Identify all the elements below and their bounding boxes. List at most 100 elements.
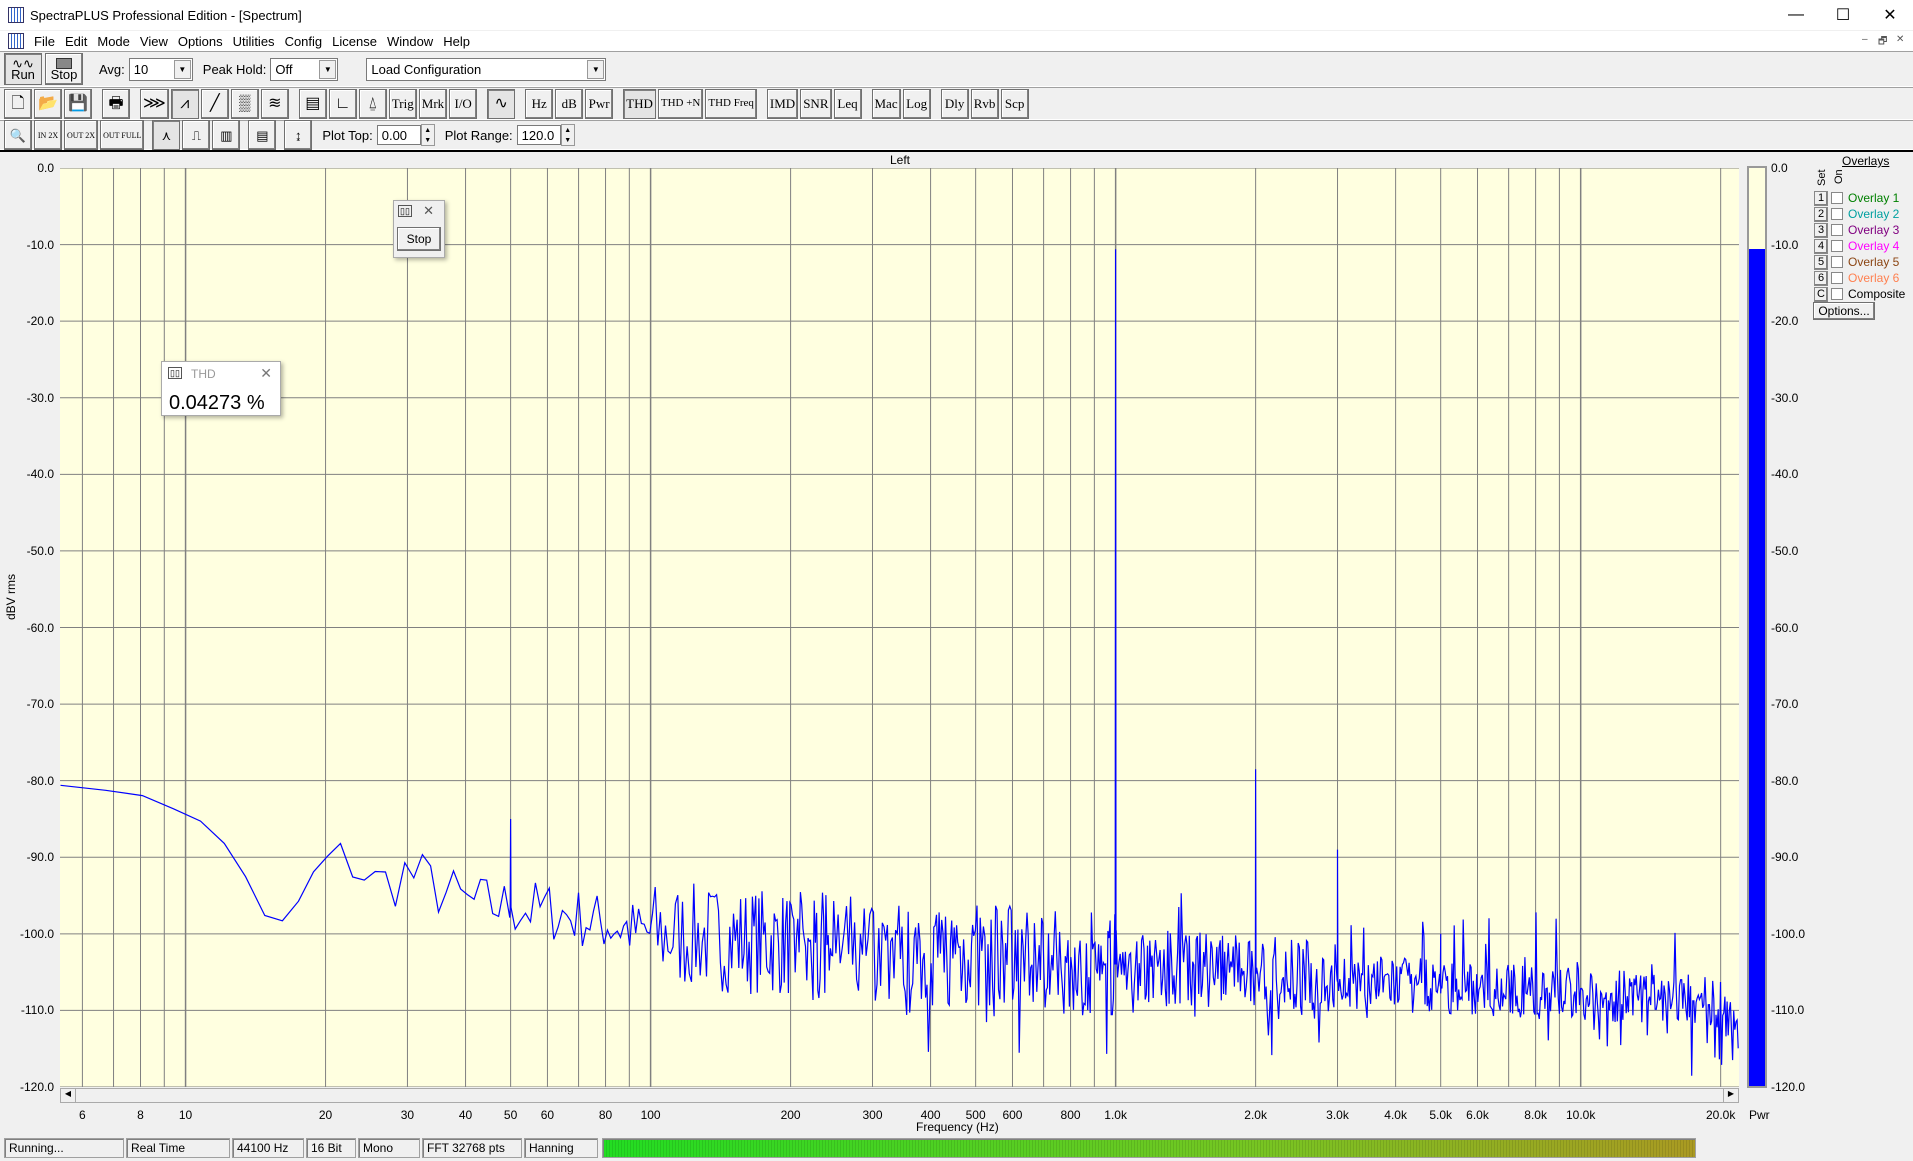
menu-view[interactable]: View [140,34,168,49]
overlay-checkbox[interactable] [1831,240,1843,252]
axis-button[interactable]: ∟ [328,88,357,119]
overlay-checkbox[interactable] [1831,272,1843,284]
panel-button[interactable]: ▤ [248,120,277,150]
menu-mode[interactable]: Mode [97,34,130,49]
overlay-set-button[interactable]: 6 [1814,270,1828,286]
io-button[interactable]: I/O [449,88,478,119]
mrk-button[interactable]: Mrk [418,88,448,119]
meter-tick-label: -110.0 [1771,1003,1805,1018]
menu-help[interactable]: Help [443,34,470,49]
new-icon: 🗋 [11,95,25,112]
power-meter [1747,166,1767,1088]
close-button[interactable]: ✕ [1867,0,1913,30]
open-button[interactable]: 📂 [34,88,62,119]
leq-button[interactable]: Leq [833,88,862,119]
chevron-down-icon: ▼ [587,59,605,79]
overlay-checkbox[interactable] [1831,192,1843,204]
scroll-left-icon[interactable]: ◀ [61,1089,76,1102]
run-button[interactable]: ∿∿ Run [4,53,42,85]
stop-button-floating[interactable]: Stop [397,227,441,251]
time-series-button[interactable]: ⋙ [140,88,169,119]
minimize-button[interactable]: — [1773,0,1819,30]
scp-button[interactable]: Scp [1000,88,1029,119]
overlay-set-button[interactable]: 1 [1814,190,1828,206]
rvb-button[interactable]: Rvb [970,88,999,119]
pin-icon[interactable]: ▯▯ [168,367,182,379]
document-icon[interactable] [8,33,24,49]
mac-button[interactable]: Mac [871,88,901,119]
horizontal-scrollbar[interactable]: ◀ ▶ [60,1088,1739,1103]
overlay-checkbox[interactable] [1831,208,1843,220]
zoom-out-2x-button[interactable]: OUT 2X [64,120,99,150]
zoom-out-full-button[interactable]: OUT FULL [100,120,145,150]
close-icon[interactable]: ✕ [423,203,434,219]
overlay-options-button[interactable]: Options... [1813,302,1875,320]
pin-icon[interactable]: ▯▯ [398,205,412,217]
plot-range-input[interactable]: 120.0 [516,125,561,145]
db-button[interactable]: dB [555,88,584,119]
bar-plot-button[interactable]: ▥ [212,120,241,150]
imd-button[interactable]: IMD [766,88,799,119]
plot-range-spinner[interactable]: ▲ ▼ [560,124,575,146]
panel-button[interactable]: ▤ [298,88,327,119]
new-button[interactable]: 🗋 [4,88,32,119]
plot-top-spinner[interactable]: ▲ ▼ [420,124,435,146]
overlay-set-button[interactable]: 5 [1814,254,1828,270]
overlay-checkbox[interactable] [1831,288,1843,300]
thd-n-button[interactable]: THD +N [657,88,704,119]
dly-button[interactable]: Dly [940,88,969,119]
spectrum-button[interactable]: ⩘ [170,88,199,119]
menu-window[interactable]: Window [387,34,433,49]
pwr-button[interactable]: Pwr [585,88,614,119]
menu-file[interactable]: File [34,34,55,49]
menu-license[interactable]: License [332,34,377,49]
phase-button[interactable]: ╱ [200,88,229,119]
3d-surface-button[interactable]: ≋ [260,88,289,119]
zoom-in-2x-button[interactable]: IN 2X [34,120,62,150]
overlay-checkbox[interactable] [1831,256,1843,268]
trig-button[interactable]: Trig [388,88,417,119]
overlay-set-button[interactable]: 3 [1814,222,1828,238]
stop-button[interactable]: Stop [45,53,83,85]
overlay-set-button[interactable]: 4 [1814,238,1828,254]
menu-edit[interactable]: Edit [65,34,87,49]
x-axis-label: Frequency (Hz) [916,1120,999,1134]
menu-options[interactable]: Options [178,34,223,49]
signal-generator-button[interactable]: ∿ [487,88,516,119]
thd-freq-button[interactable]: THD Freq [705,88,757,119]
mdi-close-button[interactable]: ✕ [1896,34,1904,45]
menu-config[interactable]: Config [285,34,323,49]
y-tick-label: -50.0 [26,543,54,558]
hz-button[interactable]: Hz [525,88,554,119]
avg-select[interactable]: 10 ▼ [128,57,193,81]
phase-icon: ╱ [209,95,220,112]
probe-button[interactable]: ⍙ [358,88,387,119]
scale-button[interactable]: ↨ [284,120,313,150]
spectrum-plot[interactable] [60,168,1739,1087]
scroll-right-icon[interactable]: ▶ [1723,1089,1738,1102]
snr-button[interactable]: SNR [800,88,832,119]
print-button[interactable]: 🖶 [102,88,130,119]
y-tick-label: -40.0 [26,467,54,482]
load-configuration-select[interactable]: Load Configuration ▼ [366,57,607,81]
peak-hold-select[interactable]: Off ▼ [270,57,339,81]
close-icon[interactable]: ✕ [260,365,272,382]
spectrogram-button[interactable]: ▒ [230,88,259,119]
menu-utilities[interactable]: Utilities [233,34,275,49]
overlay-set-button[interactable]: 2 [1814,206,1828,222]
plot-top-input[interactable]: 0.00 [376,125,421,145]
status-bits: 16 Bit [306,1138,356,1158]
mdi-restore-button[interactable]: 🗗 [1878,34,1887,51]
overlay-checkbox[interactable] [1831,224,1843,236]
log-button[interactable]: Log [902,88,931,119]
step-plot-button[interactable]: ⎍ [182,120,211,150]
line-plot-button[interactable]: ⋏ [152,120,181,150]
save-button[interactable]: 💾 [64,88,92,119]
overlay-row: 5 Overlay 5 [1814,254,1899,270]
mdi-minimize-button[interactable]: – [1862,34,1868,45]
thd-button[interactable]: THD [623,88,656,119]
overlay-label: Overlay 4 [1848,239,1900,253]
zoom-button[interactable]: 🔍 [4,120,32,150]
maximize-button[interactable]: ☐ [1820,0,1866,30]
overlay-set-button[interactable]: C [1814,286,1828,302]
